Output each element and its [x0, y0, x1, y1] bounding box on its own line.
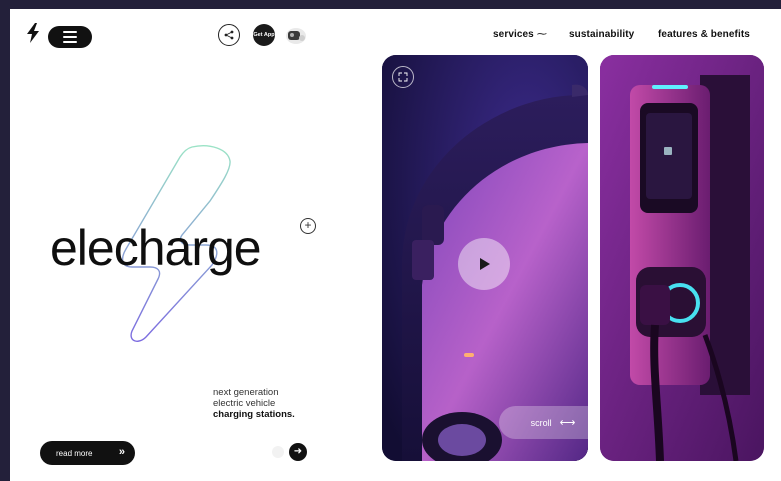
expand-button[interactable] — [392, 66, 414, 88]
avatar[interactable] — [283, 24, 309, 46]
expand-icon — [398, 72, 408, 82]
left-right-arrows-icon: ⟷ — [559, 417, 576, 429]
read-more-button[interactable]: read more » — [40, 441, 135, 465]
arrow-shadow — [272, 446, 284, 458]
tagline-line-1: next generation — [213, 387, 279, 398]
play-icon — [480, 258, 490, 270]
read-more-label: read more — [56, 448, 93, 458]
share-button[interactable] — [218, 24, 240, 46]
nav-services-label: services — [493, 29, 534, 40]
get-app-button[interactable]: Get App — [253, 24, 275, 46]
next-arrow-button[interactable]: ➜ — [289, 443, 307, 461]
double-chevron-icon: » — [118, 446, 125, 458]
trend-arrow-icon: ⁓ — [536, 29, 547, 40]
page: Get App services ⁓ sustainability feature… — [10, 9, 781, 481]
share-icon — [224, 30, 234, 40]
charging-station-image — [600, 55, 764, 461]
arrow-right-icon: ➜ — [293, 446, 303, 457]
tagline: next generation electric vehicle chargin… — [213, 387, 307, 420]
tagline-line-2: electric vehicle — [213, 398, 276, 409]
menu-button[interactable] — [48, 26, 92, 48]
hamburger-icon — [63, 30, 77, 45]
lightning-bolt-icon[interactable] — [26, 23, 40, 43]
tagline-line-3: charging stations. — [213, 409, 295, 420]
charger-image-card[interactable] — [600, 55, 764, 461]
scroll-hint[interactable]: scroll ⟷ — [499, 406, 607, 439]
nav-sustainability[interactable]: sustainability — [569, 29, 634, 40]
nav-features-benefits[interactable]: features & benefits — [658, 29, 750, 40]
get-app-label: Get App — [253, 32, 275, 38]
plus-icon[interactable]: + — [300, 218, 316, 234]
scroll-label: scroll — [530, 417, 552, 428]
nav-services[interactable]: services ⁓ — [493, 29, 547, 40]
brand-title: elecharge — [50, 220, 262, 276]
play-button[interactable] — [458, 238, 510, 290]
